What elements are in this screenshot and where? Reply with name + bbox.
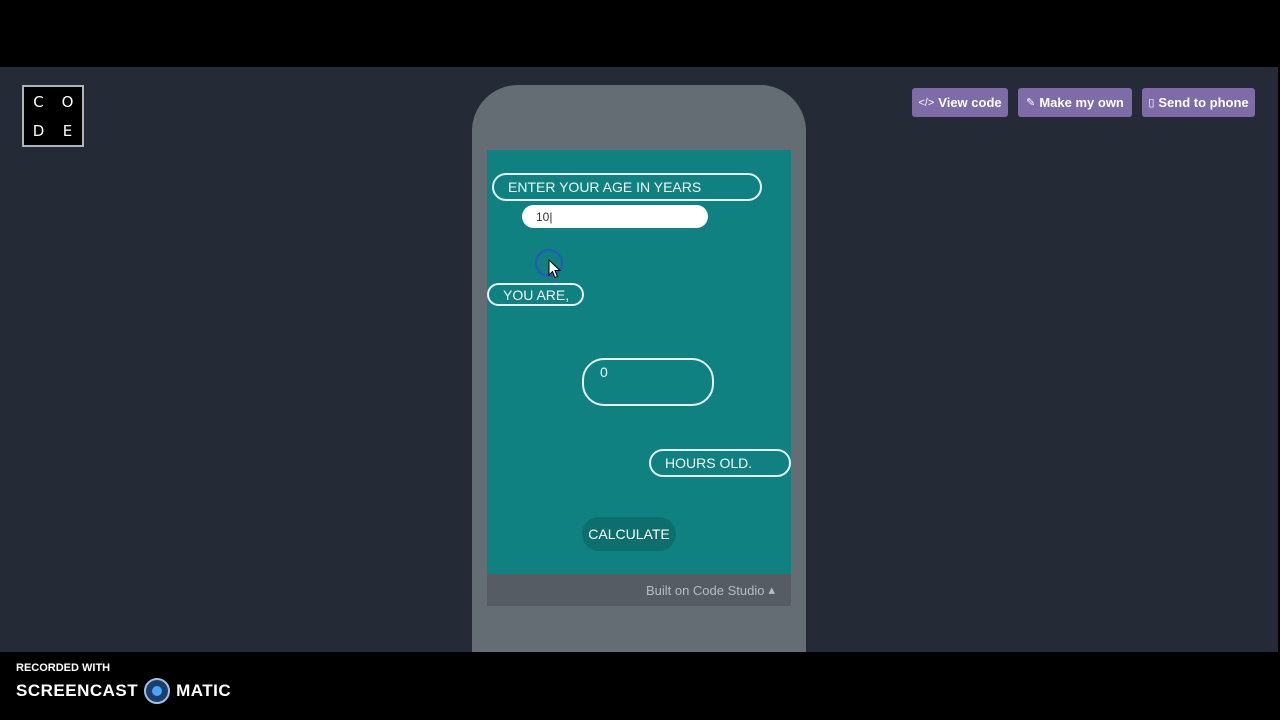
- make-my-own-label: Make my own: [1039, 95, 1124, 110]
- caret-up-icon: ▴: [768, 582, 775, 597]
- watermark-recorded-with: RECORDED WITH: [16, 662, 111, 674]
- hours-old-label: HOURS OLD.: [649, 449, 791, 477]
- watermark-right-text: MATIC: [176, 681, 232, 700]
- footer-label: Built on Code Studio: [645, 582, 765, 598]
- mouse-cursor-icon: [548, 259, 562, 279]
- edit-icon: ✎: [1026, 97, 1036, 109]
- code-org-logo[interactable]: C O D E: [22, 85, 84, 147]
- record-icon: [144, 678, 171, 704]
- age-input[interactable]: [522, 205, 708, 228]
- screencast-matic-watermark: SCREENCAST MATIC: [16, 678, 231, 704]
- hours-result-display: 0: [582, 358, 714, 406]
- calculate-button[interactable]: CALCULATE: [582, 517, 676, 551]
- logo-letter-c: C: [33, 92, 44, 111]
- built-on-code-studio-footer[interactable]: Built on Code Studio ▴: [487, 574, 791, 606]
- logo-letter-o: O: [61, 92, 74, 111]
- view-code-button[interactable]: </> View code: [912, 88, 1008, 117]
- code-icon: </>: [918, 96, 935, 109]
- age-prompt-label: ENTER YOUR AGE IN YEARS: [492, 173, 762, 201]
- view-code-label: View code: [938, 95, 1002, 110]
- send-to-phone-button[interactable]: ▯ Send to phone: [1142, 88, 1255, 117]
- you-are-label: YOU ARE,: [487, 283, 584, 306]
- logo-letter-d: D: [32, 121, 45, 140]
- phone-icon: ▯: [1148, 97, 1155, 109]
- send-to-phone-label: Send to phone: [1158, 95, 1249, 110]
- make-my-own-button[interactable]: ✎ Make my own: [1018, 88, 1132, 117]
- watermark-left-text: SCREENCAST: [16, 681, 139, 700]
- logo-letter-e: E: [62, 121, 73, 140]
